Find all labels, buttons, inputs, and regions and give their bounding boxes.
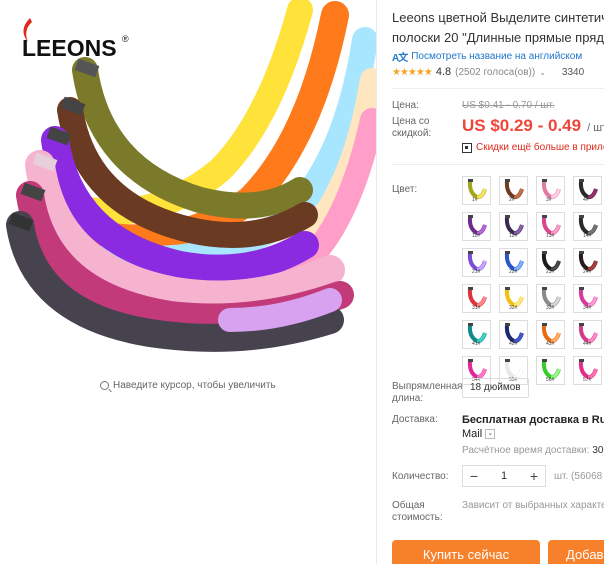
color-swatch[interactable]: 14# — [573, 212, 602, 241]
shipping-title: Бесплатная доставка в Russian Federation… — [462, 414, 604, 426]
swatch-label: 32# — [509, 305, 518, 311]
swatch-label: 31# — [472, 305, 481, 311]
rating-value: 4.8 — [435, 66, 452, 78]
product-gallery: LEEONS ® Наведите курсор, чтобы увеличит… — [0, 0, 376, 564]
divider — [392, 88, 604, 89]
stock-note: шт. (56068 шт. в наличии) — [554, 471, 604, 482]
color-swatch[interactable]: 31# — [462, 284, 491, 313]
swatch-label: 33# — [546, 305, 555, 311]
quantity-decrease-button[interactable]: − — [463, 466, 485, 486]
buy-now-button[interactable]: Купить сейчас — [392, 540, 540, 564]
swatch-label: 44# — [583, 341, 592, 347]
swatch-label: 22# — [509, 269, 518, 275]
swatch-label: 57# — [583, 377, 592, 383]
quantity-stepper: − 1 + — [462, 465, 546, 487]
original-price: US $0.41 - 0.70 / шт. — [462, 100, 555, 111]
color-swatch[interactable]: 42# — [499, 320, 528, 349]
color-swatch[interactable]: 33# — [536, 284, 565, 313]
shipping-method-select[interactable]: Mail ⌄ — [462, 428, 496, 440]
swatch-label: 43# — [546, 341, 555, 347]
color-swatch[interactable]: 21# — [462, 248, 491, 277]
color-swatch[interactable]: 32# — [499, 284, 528, 313]
delivery-time: Расчётное время доставки: 30-60 дн. — [462, 445, 604, 456]
translate-link[interactable]: A文 Посмотреть название на английском — [392, 49, 582, 64]
translate-icon: A文 — [392, 53, 408, 64]
color-swatch[interactable]: 4# — [573, 176, 602, 205]
color-swatch[interactable]: 43# — [536, 320, 565, 349]
product-title: Leeons цветной Выделите синтетические по… — [392, 10, 604, 45]
swatch-label: 34# — [583, 305, 592, 311]
swatch-label: 21# — [472, 269, 481, 275]
magnifier-icon — [100, 381, 109, 390]
swatch-label: 24# — [583, 269, 592, 275]
color-swatch[interactable]: 13# — [536, 212, 565, 241]
total-cost-label: Общая стоимость: — [392, 500, 443, 523]
color-swatch[interactable]: 11# — [462, 212, 491, 241]
divider — [376, 0, 377, 564]
brand-logo: LEEONS ® — [22, 18, 129, 58]
color-swatch-grid: 1#2#3#4#5#11#12#13#14#15#21#22#23#24#25#… — [462, 176, 604, 385]
svg-text:®: ® — [122, 34, 129, 44]
color-swatch[interactable]: 34# — [573, 284, 602, 313]
color-swatch[interactable]: 24# — [573, 248, 602, 277]
quantity-label: Количество: — [392, 471, 449, 482]
app-promo-link[interactable]: Скидки ещё больше в приложении — [462, 142, 604, 153]
color-swatch[interactable]: 22# — [499, 248, 528, 277]
color-swatch[interactable]: 57# — [573, 356, 602, 385]
color-label: Цвет: — [392, 184, 418, 195]
straighten-length-label: Выпрямленная длина: — [392, 381, 463, 404]
rating-row: ★★★★★ 4.8 (2502 голоса(ов)) ⌄ 3340 — [392, 66, 584, 78]
swatch-label: 41# — [472, 341, 481, 347]
discount-price: US $0.29 - 0.49/ шт. — [462, 116, 604, 135]
price-label: Цена: — [392, 100, 419, 111]
swatch-label: 23# — [546, 269, 555, 275]
swatch-label: 14# — [583, 233, 592, 239]
swatch-label: 12# — [509, 233, 518, 239]
swatch-label: 13# — [546, 233, 555, 239]
swatch-label: 2# — [509, 197, 515, 203]
star-rating-icon: ★★★★★ — [392, 66, 433, 78]
length-option[interactable]: 18 дюймов — [462, 378, 529, 398]
product-info-panel: Leeons цветной Выделите синтетические по… — [392, 0, 604, 564]
color-swatch[interactable]: 12# — [499, 212, 528, 241]
color-swatch[interactable]: 56# — [536, 356, 565, 385]
color-swatch[interactable]: 23# — [536, 248, 565, 277]
color-swatch[interactable]: 2# — [499, 176, 528, 205]
orders-count: 3340 — [561, 66, 585, 78]
color-swatch[interactable]: 3# — [536, 176, 565, 205]
color-swatch[interactable]: 44# — [573, 320, 602, 349]
discount-price-label: Цена со скидкой: — [392, 116, 432, 139]
quantity-increase-button[interactable]: + — [523, 466, 545, 486]
color-swatch[interactable]: 1# — [462, 176, 491, 205]
add-to-cart-button[interactable]: Добавить в корзину — [548, 540, 604, 564]
chevron-down-icon[interactable]: ⌄ — [485, 429, 496, 439]
qr-code-icon — [462, 142, 472, 153]
swatch-label: 11# — [472, 233, 480, 239]
chevron-down-icon[interactable]: ⌄ — [539, 68, 546, 77]
total-cost-value: Зависит от выбранных характеристик — [462, 500, 604, 511]
divider — [392, 164, 604, 165]
quantity-input[interactable]: 1 — [485, 470, 523, 482]
swatch-label: 56# — [546, 377, 555, 383]
swatch-label: 3# — [546, 197, 552, 203]
swatch-label: 4# — [583, 197, 589, 203]
shipping-label: Доставка: — [392, 414, 438, 425]
color-swatch[interactable]: 41# — [462, 320, 491, 349]
swatch-label: 1# — [472, 197, 478, 203]
zoom-hint: Наведите курсор, чтобы увеличить — [100, 380, 276, 391]
votes-link[interactable]: (2502 голоса(ов)) — [455, 67, 535, 78]
svg-text:LEEONS: LEEONS — [22, 35, 117, 58]
swatch-label: 42# — [509, 341, 518, 347]
zoom-hint-text: Наведите курсор, чтобы увеличить — [113, 380, 276, 391]
